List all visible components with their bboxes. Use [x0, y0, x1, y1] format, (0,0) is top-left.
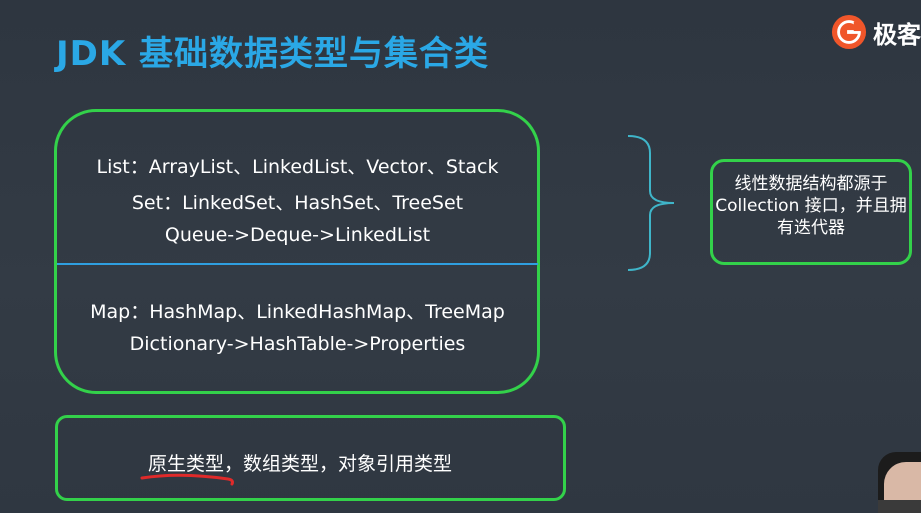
collection-note-text: 线性数据结构都源于 Collection 接口，并且拥有迭代器	[715, 174, 907, 238]
presenter-video-thumbnail	[878, 452, 921, 513]
queue-types-line: Queue->Deque->LinkedList	[164, 224, 431, 246]
set-types-line: Set：LinkedSet、HashSet、TreeSet	[131, 192, 464, 214]
brand-logo: 极客	[831, 10, 921, 54]
logo-text: 极客	[873, 20, 921, 49]
list-types-line: List：ArrayList、LinkedList、Vector、Stack	[96, 156, 499, 178]
dictionary-types-line: Dictionary->HashTable->Properties	[129, 333, 466, 355]
slide-title: JDK 基础数据类型与集合类	[56, 34, 490, 74]
presenter-shirt	[878, 500, 921, 513]
collections-divider	[57, 263, 538, 265]
red-underline-annotation	[140, 473, 234, 486]
geek-logo-icon	[831, 14, 867, 50]
map-types-line: Map：HashMap、LinkedHashMap、TreeMap	[90, 301, 505, 323]
curly-brace-icon	[627, 135, 675, 271]
